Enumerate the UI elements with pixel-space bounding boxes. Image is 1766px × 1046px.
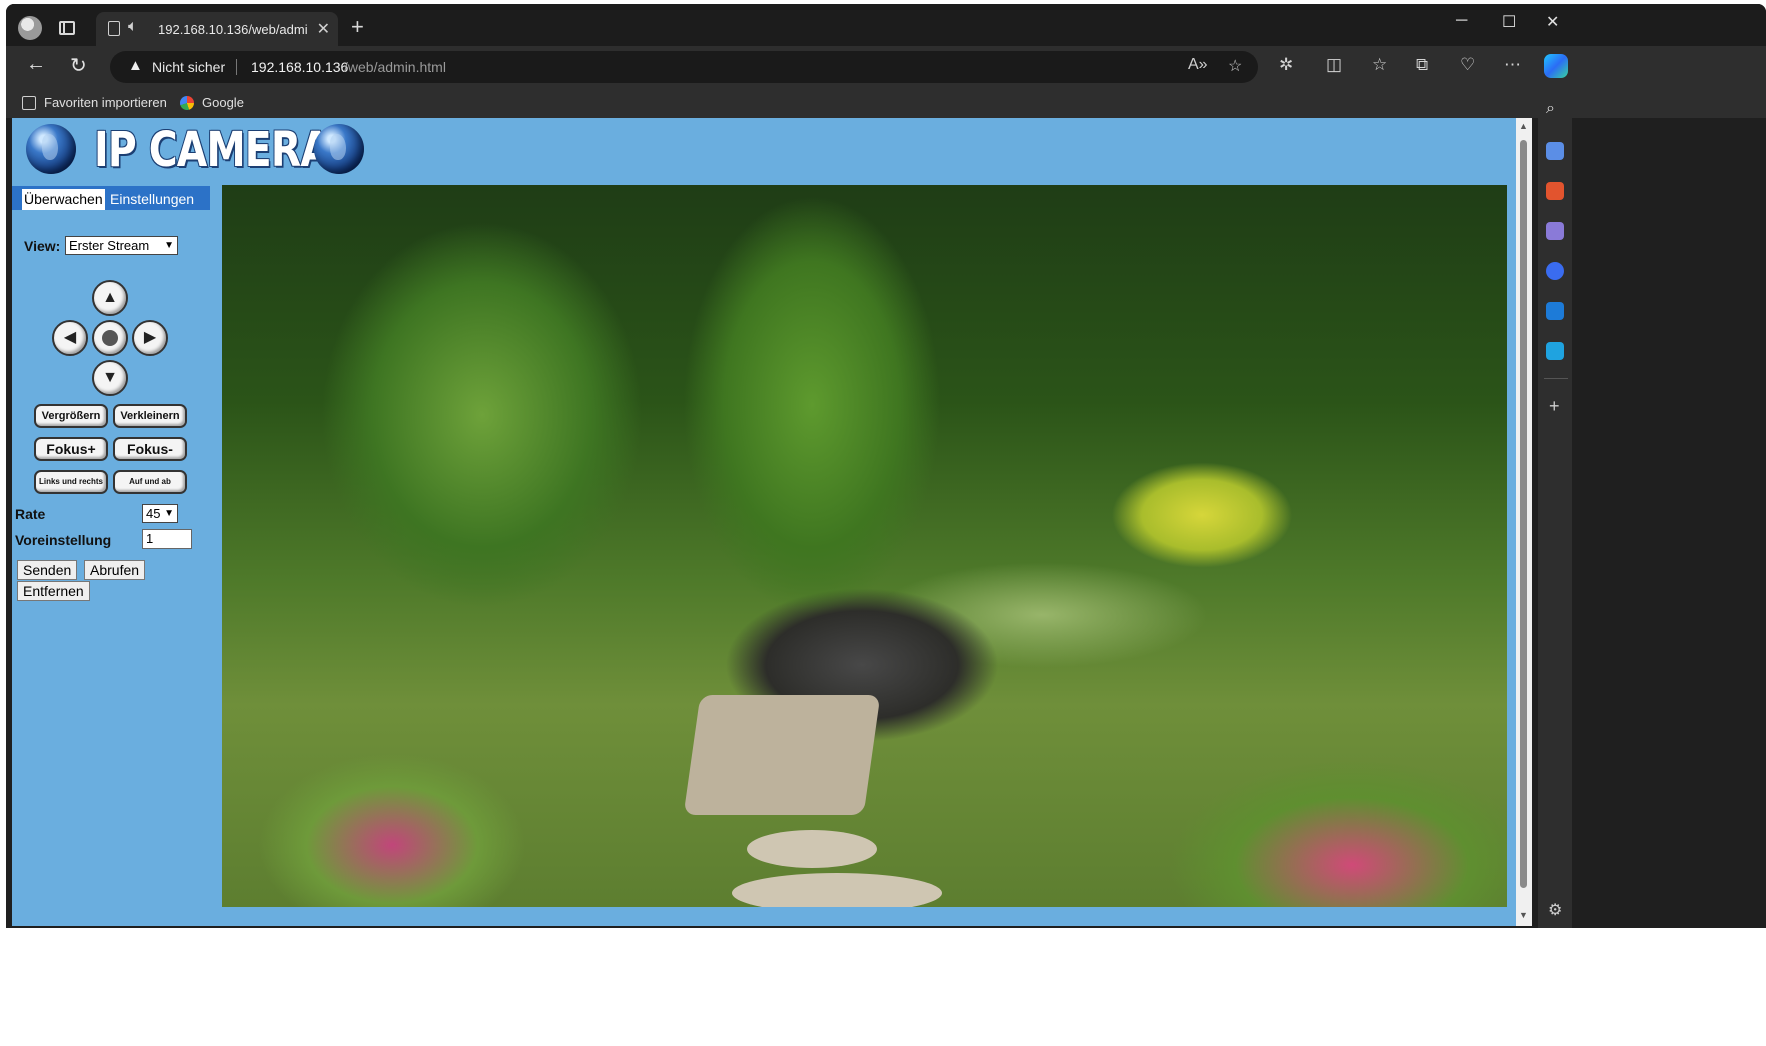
ptz-right-button[interactable]: ▶ bbox=[132, 320, 168, 356]
minimize-icon[interactable]: ─ bbox=[1456, 12, 1467, 30]
path-stone bbox=[732, 873, 942, 907]
rate-select[interactable]: 45 ▼ bbox=[142, 504, 178, 523]
view-label: View: bbox=[24, 238, 61, 254]
focus-plus-button[interactable]: Fokus+ bbox=[34, 437, 108, 461]
url-host: 192.168.10.136 bbox=[251, 59, 349, 75]
edge-sidebar: ⌕ + ⚙ bbox=[1538, 88, 1572, 928]
view-stream-value: Erster Stream bbox=[69, 238, 150, 253]
path-stone bbox=[747, 830, 877, 868]
ptz-home-button[interactable] bbox=[92, 320, 128, 356]
warning-icon: ▲ bbox=[128, 57, 143, 74]
scrollbar-thumb[interactable] bbox=[1520, 140, 1527, 888]
import-favorites-icon bbox=[22, 96, 36, 110]
shopping-tag-icon[interactable] bbox=[1546, 142, 1564, 160]
remove-button[interactable]: Entfernen bbox=[17, 581, 90, 601]
ptz-up-button[interactable]: ▲ bbox=[92, 280, 128, 316]
send-button[interactable]: Senden bbox=[17, 560, 78, 580]
security-label[interactable]: Nicht sicher bbox=[152, 59, 225, 75]
view-stream-select[interactable]: Erster Stream ▼ bbox=[65, 236, 178, 255]
recall-button[interactable]: Abrufen bbox=[84, 560, 146, 580]
zoom-out-button[interactable]: Verkleinern bbox=[113, 404, 187, 428]
rate-label: Rate bbox=[15, 506, 46, 522]
split-screen-icon[interactable]: ◫ bbox=[1326, 55, 1342, 75]
url-path: /web/admin.html bbox=[344, 59, 446, 75]
tab-monitor[interactable]: Überwachen bbox=[22, 189, 105, 210]
logo-title: IP CAMERA bbox=[94, 122, 331, 178]
speaker-icon[interactable]: 🔈︎ bbox=[128, 18, 138, 36]
chevron-down-icon: ▼ bbox=[164, 508, 174, 519]
browser-tab[interactable]: 🔈︎ 192.168.10.136/web/admin. ✕ bbox=[96, 12, 338, 46]
control-panel: Überwachen Einstellungen View: Erster St… bbox=[12, 186, 212, 926]
maximize-icon[interactable]: ☐ bbox=[1502, 12, 1516, 32]
pan-button[interactable]: Links und rechts bbox=[34, 470, 108, 494]
zoom-in-button[interactable]: Vergrößern bbox=[34, 404, 108, 428]
games-icon[interactable] bbox=[1546, 222, 1564, 240]
divider bbox=[236, 59, 237, 75]
search-icon[interactable]: ⌕ bbox=[1546, 100, 1564, 118]
back-icon[interactable]: ← bbox=[26, 53, 46, 76]
tab-title: 192.168.10.136/web/admin. bbox=[158, 22, 308, 37]
close-tab-icon[interactable]: ✕ bbox=[317, 19, 330, 39]
drop-icon[interactable] bbox=[1546, 342, 1564, 360]
tab-settings[interactable]: Einstellungen bbox=[110, 191, 194, 207]
tab-actions-icon[interactable] bbox=[59, 21, 75, 35]
ptz-left-button[interactable]: ◀ bbox=[52, 320, 88, 356]
profile-icon[interactable] bbox=[18, 16, 42, 40]
microsoft-365-icon[interactable] bbox=[1546, 262, 1564, 280]
add-sidebar-app-icon[interactable]: + bbox=[1549, 396, 1560, 417]
more-menu-icon[interactable]: ⋯ bbox=[1504, 55, 1521, 75]
preset-input[interactable]: 1 bbox=[142, 529, 192, 549]
tools-icon[interactable] bbox=[1546, 182, 1564, 200]
sidebar-divider bbox=[1544, 378, 1568, 379]
focus-minus-button[interactable]: Fokus- bbox=[113, 437, 187, 461]
globe-logo-left-icon bbox=[26, 124, 76, 174]
globe-logo-right-icon bbox=[314, 124, 364, 174]
rate-value: 45 bbox=[146, 506, 161, 521]
extensions-icon[interactable]: ✲ bbox=[1279, 55, 1293, 75]
preset-label: Voreinstellung bbox=[15, 532, 112, 548]
favorite-star-icon[interactable]: ☆ bbox=[1228, 56, 1242, 76]
browser-essentials-icon[interactable]: ♡ bbox=[1460, 55, 1475, 75]
google-icon bbox=[180, 96, 194, 110]
favorites-bar: Favoriten importieren Google bbox=[6, 88, 1766, 118]
tilt-button[interactable]: Auf und ab bbox=[113, 470, 187, 494]
scroll-up-icon[interactable]: ▲ bbox=[1519, 121, 1528, 131]
favorite-google[interactable]: Google bbox=[202, 95, 244, 110]
favorite-import[interactable]: Favoriten importieren bbox=[44, 95, 167, 110]
new-tab-icon[interactable]: + bbox=[351, 14, 364, 40]
bridge-stone bbox=[683, 695, 881, 815]
reload-icon[interactable]: ↻ bbox=[70, 53, 87, 78]
page-icon bbox=[108, 21, 120, 36]
favorites-icon[interactable]: ☆ bbox=[1372, 55, 1387, 75]
collections-icon[interactable]: ⧉ bbox=[1416, 55, 1428, 75]
address-bar[interactable]: ▲ Nicht sicher 192.168.10.136 /web/admin… bbox=[110, 51, 1258, 83]
settings-gear-icon[interactable]: ⚙ bbox=[1548, 900, 1562, 920]
scroll-down-icon[interactable]: ▼ bbox=[1519, 910, 1528, 920]
browser-toolbar: ← ↻ ▲ Nicht sicher 192.168.10.136 /web/a… bbox=[6, 46, 1766, 88]
page-viewport: IP CAMERA Überwachen Einstellungen View:… bbox=[12, 118, 1516, 926]
page-scrollbar[interactable]: ▲ ▼ bbox=[1516, 118, 1532, 926]
close-window-icon[interactable]: ✕ bbox=[1546, 12, 1559, 32]
tab-bar: Überwachen Einstellungen bbox=[12, 186, 210, 210]
copilot-icon[interactable] bbox=[1544, 54, 1568, 78]
read-aloud-icon[interactable]: A» bbox=[1188, 56, 1208, 74]
outlook-icon[interactable] bbox=[1546, 302, 1564, 320]
ptz-down-button[interactable]: ▼ bbox=[92, 360, 128, 396]
chevron-down-icon: ▼ bbox=[164, 240, 174, 251]
tab-strip: 🔈︎ 192.168.10.136/web/admin. ✕ + ─ ☐ ✕ bbox=[6, 4, 1766, 46]
camera-live-view[interactable] bbox=[222, 185, 1507, 907]
